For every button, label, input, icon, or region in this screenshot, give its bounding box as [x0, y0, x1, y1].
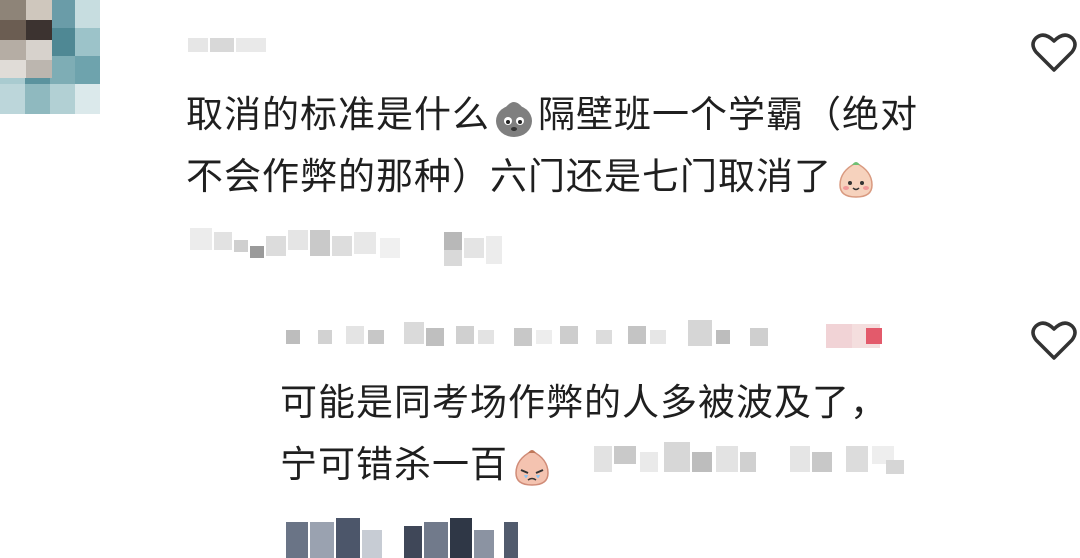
comment-text-line1a: 取消的标准是什么: [186, 93, 490, 136]
heart-outline-icon[interactable]: [1030, 30, 1078, 74]
comment-text-2: 不会作弊的那种）六门还是七门取消了: [186, 146, 880, 208]
avatar[interactable]: [0, 0, 52, 192]
sad-ghost-emoji: [492, 95, 536, 139]
smiling-peach-emoji: [834, 157, 878, 201]
crying-peach-emoji: [510, 445, 554, 489]
comment-text-line2: 不会作弊的那种）六门还是七门取消了: [186, 155, 832, 198]
comment-text: 取消的标准是什么 隔壁班一个学霸（绝对: [186, 84, 918, 146]
reply-text-2: 宁可错杀一百: [280, 434, 556, 496]
heart-outline-icon[interactable]: [1030, 318, 1078, 362]
reply-text: 可能是同考场作弊的人多被波及了，: [280, 372, 888, 434]
comment-text-line1b: 隔壁班一个学霸（绝对: [538, 93, 918, 136]
reply-text-line1: 可能是同考场作弊的人多被波及了，: [280, 381, 888, 424]
comment-item: 取消的标准是什么 隔壁班一个学霸（绝对 不会作弊的那种）六门还是七门取消了: [0, 0, 1080, 266]
reply-text-line2: 宁可错杀一百: [280, 443, 508, 486]
